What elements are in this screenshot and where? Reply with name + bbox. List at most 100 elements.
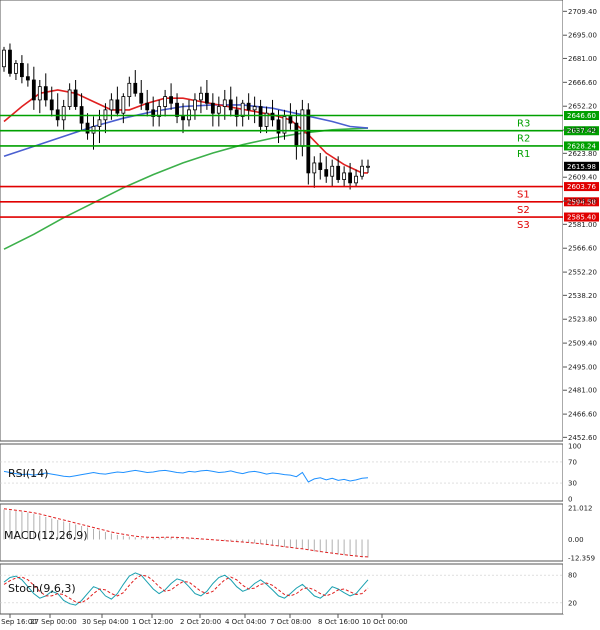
rsi-tick-label: 0 <box>568 496 572 504</box>
candle-body <box>109 99 114 111</box>
price-tick-label: 2609.40 <box>568 174 597 182</box>
rsi-tick-label: 70 <box>568 458 577 466</box>
price-tick-label: 2695.00 <box>568 32 597 40</box>
candle-body <box>139 92 144 104</box>
candle-body <box>306 109 311 174</box>
time-tick-label: 1 Oct 12:00 <box>132 618 173 626</box>
level-name-s2: S2 <box>517 205 530 216</box>
time-tick-label: 7 Oct 08:00 <box>270 618 311 626</box>
candle-body <box>294 122 299 147</box>
candle-body <box>43 86 48 101</box>
price-tick-label: 2452.60 <box>568 434 597 442</box>
candle-body <box>193 99 197 111</box>
time-tick-label: 2 Oct 20:00 <box>180 618 221 626</box>
price-tick-label: 2666.60 <box>568 79 597 87</box>
level-tag-s1: 2603.76 <box>567 183 596 191</box>
candle-body <box>204 92 209 104</box>
price-tick-label: 2652.20 <box>568 103 597 111</box>
price-tick-label: 2523.80 <box>568 316 597 324</box>
candle-body <box>67 89 72 107</box>
candle-body <box>8 49 12 74</box>
price-tick-label: 2538.20 <box>568 292 597 300</box>
price-tick-label: 2509.40 <box>568 340 597 348</box>
level-name-r3: R3 <box>517 119 530 130</box>
macd-tick-label: 0.00 <box>568 536 584 544</box>
rsi-tick-label: 30 <box>568 480 577 488</box>
candle-body <box>133 82 138 94</box>
time-tick-label: 27 Sep 00:00 <box>30 618 77 626</box>
candle-body <box>163 96 168 107</box>
price-tick-label: 2552.20 <box>568 269 597 277</box>
time-tick-label: 4 Oct 04:00 <box>225 618 266 626</box>
price-tick-label: 2681.00 <box>568 55 597 63</box>
rsi-label: RSI(14) <box>8 467 48 480</box>
time-tick-label: 8 Oct 16:00 <box>318 618 359 626</box>
rsi-panel <box>0 443 564 502</box>
candle-body <box>91 126 96 134</box>
chart-canvas: R32646.60R22637.42R12628.24S12603.76S225… <box>0 0 600 626</box>
macd-label: MACD(12,26,9) <box>4 529 88 542</box>
candle-body <box>210 102 215 114</box>
candle-body <box>181 116 185 121</box>
main-panel <box>0 0 564 442</box>
candle-body <box>216 106 221 114</box>
price-tick-label: 2623.80 <box>568 150 597 158</box>
level-name-r2: R2 <box>517 134 530 145</box>
price-tick-label: 2495.00 <box>568 364 597 372</box>
price-tick-label: 2566.60 <box>568 245 597 253</box>
candle-body <box>324 169 329 177</box>
candle-body <box>49 99 54 111</box>
candle-body <box>240 102 245 117</box>
price-tick-label: 2581.00 <box>568 221 597 229</box>
candle-body <box>85 122 90 134</box>
candle-body <box>97 119 102 127</box>
price-tick-label: 2466.60 <box>568 411 597 419</box>
rsi-tick-label: 100 <box>568 443 581 451</box>
candle-body <box>61 106 66 121</box>
candle-body <box>246 102 251 111</box>
candle-body <box>348 172 352 184</box>
level-tag-r3: 2646.60 <box>567 112 596 120</box>
candle-body <box>336 165 341 180</box>
candle-body <box>318 162 323 170</box>
candle-body <box>366 165 370 168</box>
stoch-panel <box>0 563 564 615</box>
candle-body <box>14 63 18 74</box>
current-price-tag: 2615.98 <box>567 163 596 171</box>
time-tick-label: 10 Oct 00:00 <box>362 618 408 626</box>
candle-body <box>228 99 233 111</box>
candle-body <box>20 63 24 78</box>
candle-body <box>121 96 126 114</box>
macd-tick-label: 21.012 <box>568 505 593 513</box>
candle-body <box>73 89 78 107</box>
right-axis <box>563 0 600 614</box>
price-tick-label: 2481.00 <box>568 387 597 395</box>
candle-body <box>199 92 203 101</box>
candle-body <box>127 82 132 97</box>
candle-body <box>330 165 335 177</box>
level-name-s3: S3 <box>517 220 530 231</box>
candle-body <box>270 112 275 121</box>
stoch-tick-label: 80 <box>568 572 577 580</box>
price-tick-label: 2595.00 <box>568 198 597 206</box>
candle-body <box>37 86 42 101</box>
stoch-tick-label: 20 <box>568 599 577 607</box>
level-name-r1: R1 <box>517 149 530 160</box>
candle-body <box>252 106 257 111</box>
candle-body <box>258 106 263 127</box>
candle-body <box>115 99 120 114</box>
candle-body <box>2 49 6 68</box>
candle-body <box>288 116 293 124</box>
candle-body <box>360 165 364 177</box>
macd-tick-label: -12.359 <box>568 555 595 563</box>
candle-body <box>31 79 36 101</box>
stoch-label: Stoch(9,6,3) <box>8 582 76 595</box>
time-tick-label: 30 Sep 04:00 <box>82 618 129 626</box>
candle-body <box>342 172 347 180</box>
candle-body <box>25 76 30 81</box>
candle-body <box>222 99 227 107</box>
price-tick-label: 2709.40 <box>568 8 597 16</box>
price-tick-label: 2637.80 <box>568 127 597 135</box>
candle-body <box>354 175 358 184</box>
level-name-s1: S1 <box>517 190 530 201</box>
